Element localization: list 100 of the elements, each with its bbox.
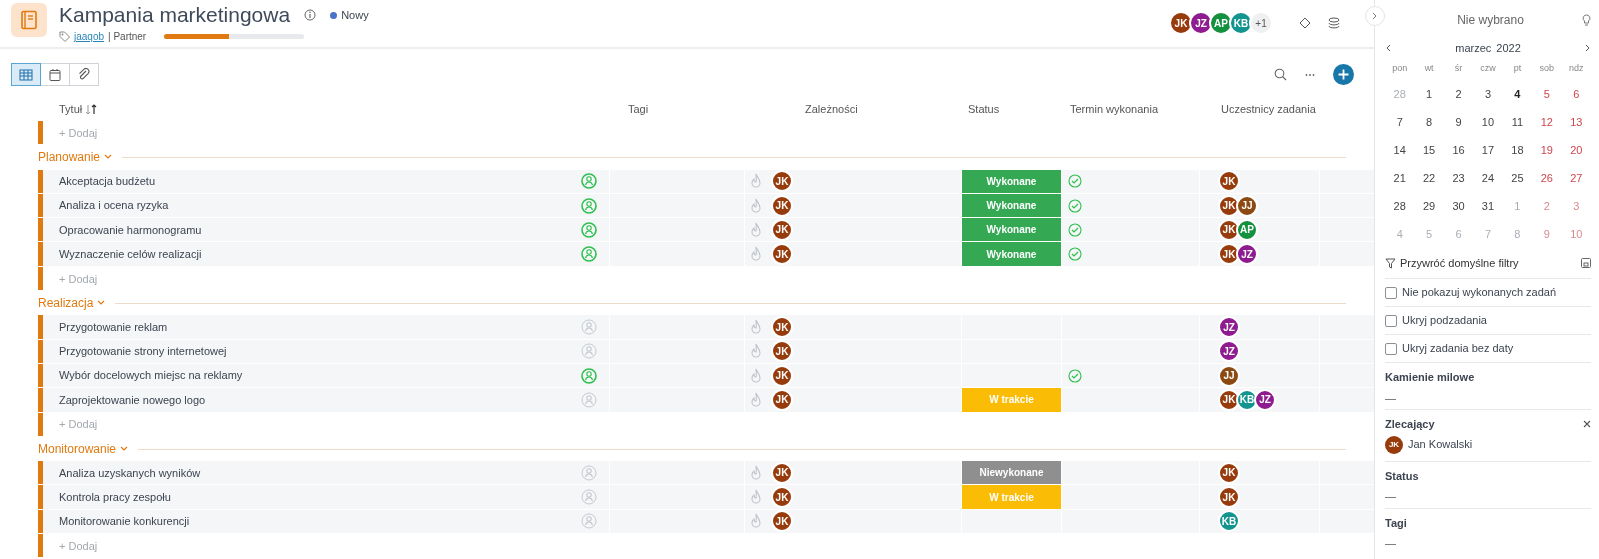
save-icon[interactable] xyxy=(1581,258,1591,268)
calendar-day[interactable]: 2 xyxy=(1452,85,1465,103)
column-header: Status xyxy=(968,101,1000,117)
group-name: Planowanie xyxy=(38,149,101,167)
filter-checkbox[interactable]: Ukryj zadania bez daty xyxy=(1385,334,1591,362)
info-icon[interactable] xyxy=(304,9,317,21)
calendar-day[interactable]: 31 xyxy=(1478,197,1498,215)
task-title[interactable]: Monitorowanie konkurencji xyxy=(59,513,581,530)
task-row[interactable]: Kontrola pracy zespołu JK W trakcie JK xyxy=(43,485,1374,509)
paperclip-icon xyxy=(77,67,91,82)
calendar-day[interactable]: 19 xyxy=(1537,141,1556,159)
panel-title: Nie wybrano xyxy=(1456,12,1525,29)
member-avatar: KB xyxy=(1229,11,1253,35)
flame-icon xyxy=(749,173,763,190)
flame-icon xyxy=(749,221,763,238)
calendar-day[interactable]: 16 xyxy=(1449,141,1468,159)
task-title[interactable]: Wyznaczenie celów realizacji xyxy=(59,245,581,263)
calendar-day[interactable]: 5 xyxy=(1540,85,1553,103)
task-title[interactable]: Zaprojektowanie nowego logo xyxy=(59,391,581,409)
chevron-right-icon xyxy=(1372,12,1378,20)
panel-toggle[interactable] xyxy=(1365,6,1385,26)
calendar-day[interactable]: 10 xyxy=(1478,113,1498,131)
calendar-day[interactable]: 28 xyxy=(1390,197,1409,215)
calendar-day[interactable]: 23 xyxy=(1449,169,1468,187)
task-title[interactable]: Kontrola pracy zespołu xyxy=(59,488,581,506)
task-row[interactable]: Analiza i ocena ryzyka JK Wykonane JK JJ xyxy=(43,193,1374,218)
more-icon[interactable] xyxy=(1305,72,1315,77)
person-icon[interactable] xyxy=(581,197,597,214)
add-icon[interactable] xyxy=(1333,64,1354,85)
flame-icon xyxy=(749,464,763,481)
task-title[interactable]: Przygotowanie strony internetowej xyxy=(59,343,581,360)
calendar-day[interactable]: 1 xyxy=(1423,85,1436,103)
calendar-day[interactable]: 20 xyxy=(1567,141,1586,159)
diamond-icon[interactable] xyxy=(1299,17,1311,29)
lightbulb-icon[interactable] xyxy=(1582,14,1591,26)
task-title[interactable]: Przygotowanie reklam xyxy=(59,318,581,336)
calendar-day[interactable]: 27 xyxy=(1567,169,1586,187)
task-title[interactable]: Akceptacja budżetu xyxy=(59,173,581,190)
calendar-day[interactable]: 12 xyxy=(1537,113,1556,131)
member-avatar: JZ xyxy=(1189,11,1213,35)
person-name: Jan Kowalski xyxy=(1408,437,1473,453)
sort-icon[interactable] xyxy=(85,103,98,115)
filter-checkbox[interactable]: Nie pokazuj wykonanych zadań xyxy=(1385,278,1591,306)
chevron-right-icon[interactable] xyxy=(1585,44,1591,52)
task-title[interactable]: Analiza uzyskanych wyników xyxy=(59,464,581,482)
column-header: Termin wykonania xyxy=(1070,101,1159,117)
calendar-day[interactable]: 8 xyxy=(1423,113,1436,131)
calendar-day[interactable]: 13 xyxy=(1567,113,1586,131)
calendar-day[interactable]: 15 xyxy=(1420,141,1439,159)
chevron-left-icon[interactable] xyxy=(1385,44,1391,52)
calendar-day[interactable]: 14 xyxy=(1390,141,1409,159)
search-icon[interactable] xyxy=(1274,68,1287,81)
person-icon[interactable] xyxy=(581,246,597,263)
layers-icon[interactable] xyxy=(1328,17,1340,29)
column-header[interactable]: Tytuł xyxy=(59,100,83,118)
calendar-icon xyxy=(48,67,62,82)
task-row[interactable]: Analiza uzyskanych wyników JK Niewykonane JK xyxy=(43,461,1374,485)
calendar-day[interactable]: 6 xyxy=(1570,85,1583,103)
flame-icon xyxy=(749,391,763,408)
calendar-day[interactable]: 30 xyxy=(1449,197,1468,215)
task-row[interactable]: Akceptacja budżetu JK Wykonane JK xyxy=(43,169,1374,193)
calendar-day[interactable]: 26 xyxy=(1537,169,1556,187)
task-row[interactable]: Przygotowanie reklam JK JZ xyxy=(43,315,1374,339)
person-icon[interactable] xyxy=(581,221,597,238)
weekday-label: czw xyxy=(1479,62,1497,76)
person-icon[interactable] xyxy=(581,173,597,190)
task-row[interactable]: Opracowanie harmonogramu JK Wykonane JK AP xyxy=(43,218,1374,242)
status-dot-icon xyxy=(330,11,338,19)
task-row[interactable]: Wybór docelowych miejsc na reklamy JK JJ xyxy=(43,363,1374,388)
weekday-label: pt xyxy=(1512,62,1523,76)
person-icon[interactable] xyxy=(581,367,597,384)
calendar-day[interactable]: 4 xyxy=(1511,85,1524,103)
calendar-day[interactable]: 25 xyxy=(1508,169,1527,187)
member-avatar: JK xyxy=(1169,11,1193,35)
calendar-day[interactable]: 18 xyxy=(1508,141,1527,159)
calendar-day[interactable]: 7 xyxy=(1393,113,1406,131)
calendar-day[interactable]: 17 xyxy=(1478,141,1498,159)
close-icon[interactable] xyxy=(1583,420,1591,429)
filter-checkbox[interactable]: Ukryj podzadania xyxy=(1385,306,1591,334)
book-icon xyxy=(20,10,38,30)
task-row[interactable]: Przygotowanie strony internetowej JK JZ xyxy=(43,339,1374,363)
calendar-day[interactable]: 21 xyxy=(1390,169,1409,187)
task-title[interactable]: Opracowanie harmonogramu xyxy=(59,221,581,239)
more-members-badge[interactable]: +1 xyxy=(1249,11,1273,35)
view-tab[interactable] xyxy=(69,63,99,86)
task-title[interactable]: Wybór docelowych miejsc na reklamy xyxy=(59,367,581,384)
task-title[interactable]: Analiza i ocena ryzyka xyxy=(59,197,581,214)
task-row[interactable]: Zaprojektowanie nowego logo JK W trakcie JK KB JZ xyxy=(43,388,1374,412)
calendar-day[interactable]: 29 xyxy=(1420,197,1439,215)
view-tab[interactable] xyxy=(40,63,70,86)
section-title: Status xyxy=(1385,468,1419,484)
calendar-day[interactable]: 24 xyxy=(1478,169,1498,187)
reset-filters-link[interactable]: Przywróć domyślne filtry xyxy=(1400,254,1577,272)
calendar-day[interactable]: 9 xyxy=(1452,113,1465,131)
task-row[interactable]: Monitorowanie konkurencji JK KB xyxy=(43,509,1374,534)
task-row[interactable]: Wyznaczenie celów realizacji JK Wykonane JK JZ xyxy=(43,242,1374,266)
calendar-day[interactable]: 22 xyxy=(1420,169,1439,187)
calendar-day[interactable]: 11 xyxy=(1508,113,1527,131)
calendar-day[interactable]: 3 xyxy=(1481,85,1495,103)
tag-link[interactable]: jaaqob xyxy=(74,29,105,44)
